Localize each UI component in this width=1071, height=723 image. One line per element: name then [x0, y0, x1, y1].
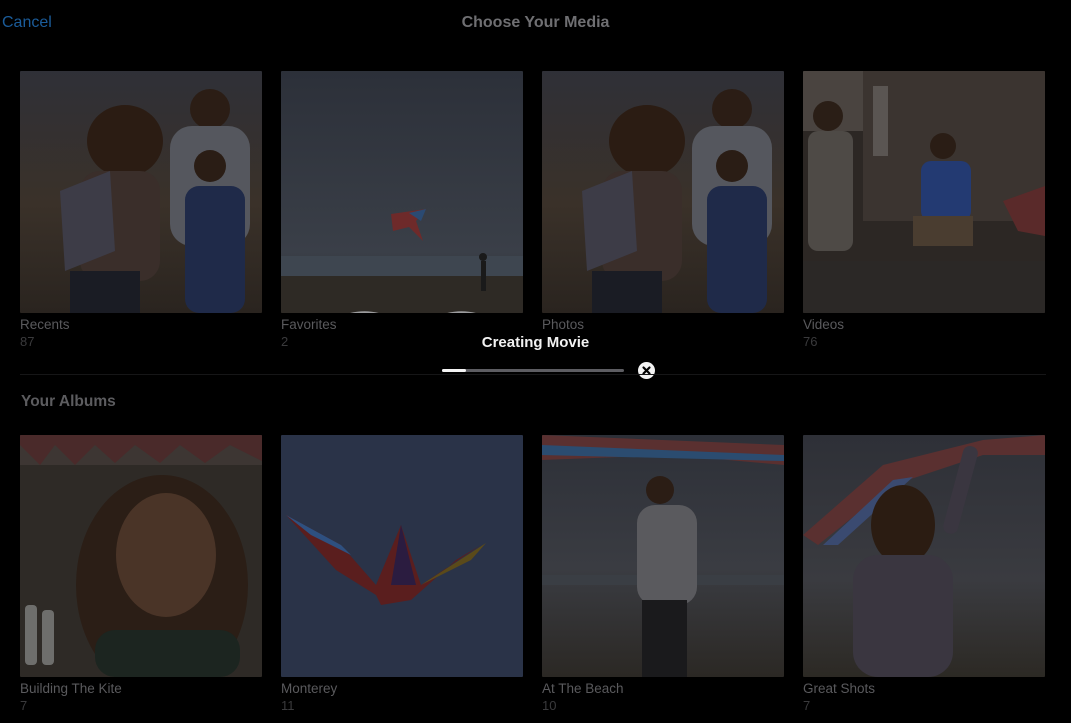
- tile-count: 7: [803, 698, 811, 713]
- videos-thumbnail: [803, 71, 1045, 313]
- tile-count: 7: [20, 698, 28, 713]
- favorites-thumbnail: [281, 71, 523, 313]
- progress-bar-fill: [442, 369, 466, 372]
- section-divider: [20, 374, 1046, 375]
- page-title: Choose Your Media: [461, 14, 610, 31]
- tile-label: Recents: [20, 317, 70, 332]
- album-tile-building-the-kite[interactable]: Building The Kite 7: [20, 435, 262, 714]
- albums-section-title: Your Albums: [21, 393, 116, 410]
- tile-label: Building The Kite: [20, 681, 122, 696]
- album-tile-great-shots[interactable]: Great Shots 7: [803, 435, 1045, 714]
- album-thumbnail: [542, 435, 784, 677]
- tile-label: Videos: [803, 317, 845, 332]
- media-tile-videos[interactable]: Videos 76: [803, 71, 1045, 350]
- tile-count: 11: [281, 698, 295, 713]
- album-thumbnail: [281, 435, 523, 677]
- tile-label: Great Shots: [803, 681, 876, 696]
- albums-grid: Building The Kite 7 Monterey 11 At The B…: [20, 435, 1045, 714]
- tile-label: Photos: [542, 317, 585, 332]
- media-tile-favorites[interactable]: Favorites 2: [281, 71, 523, 350]
- tile-label: Favorites: [281, 317, 337, 332]
- tile-label: Monterey: [281, 681, 338, 696]
- album-thumbnail: [20, 435, 262, 677]
- heart-icon: [350, 311, 476, 313]
- album-tile-at-the-beach[interactable]: At The Beach 10: [542, 435, 784, 714]
- media-types-grid: Recents 87 Favorites 2 Photos Videos 76: [20, 71, 1045, 350]
- close-circle-icon[interactable]: [638, 362, 655, 379]
- photos-thumbnail: [542, 71, 784, 313]
- album-thumbnail: [803, 435, 1045, 677]
- tile-count: 10: [542, 698, 557, 713]
- album-tile-monterey[interactable]: Monterey 11: [281, 435, 523, 714]
- progress-bar: [442, 369, 624, 372]
- tile-label: At The Beach: [542, 681, 624, 696]
- progress-label: Creating Movie: [481, 334, 590, 351]
- media-tile-photos[interactable]: Photos: [542, 71, 784, 350]
- media-tile-recents[interactable]: Recents 87: [20, 71, 262, 350]
- top-bar: Cancel Choose Your Media: [0, 0, 1071, 48]
- recents-thumbnail: [20, 71, 262, 313]
